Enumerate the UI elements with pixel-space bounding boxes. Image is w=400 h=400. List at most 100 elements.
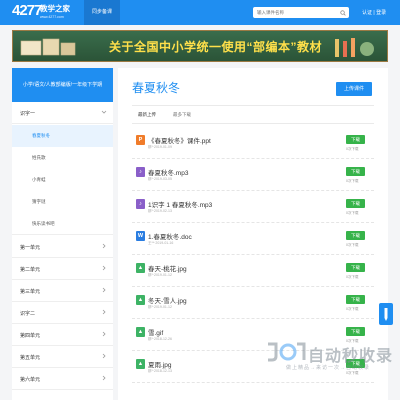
download-count: 0次下载 xyxy=(346,243,359,247)
chevron-down-icon xyxy=(101,110,107,114)
search-box xyxy=(253,7,349,18)
file-name-link[interactable]: 冬天-雪人.jpg xyxy=(148,295,187,305)
logo-name: 教学之家 xyxy=(40,4,70,13)
promo-banner[interactable]: 关于全国中小学统一使用“部编本”教材 xyxy=(12,30,388,62)
file-row[interactable]: W 1.春夏秋冬.doc 王**·2019-01-16 下载 0次下载 xyxy=(132,224,374,255)
download-count: 0次下载 xyxy=(346,275,359,279)
chevron-right-icon xyxy=(102,265,106,271)
download-button[interactable]: 下载 xyxy=(346,295,365,304)
sidebar-item-label: 识字二 xyxy=(20,311,36,317)
search-input[interactable] xyxy=(257,7,337,18)
sidebar-item-label: 识字一 xyxy=(20,111,36,117)
file-name-link[interactable]: 夏雨.jpg xyxy=(148,359,171,369)
chevron-right-icon xyxy=(102,309,106,315)
nav-tab-sync-prep[interactable]: 同步备课 xyxy=(84,0,120,25)
sidebar-item-unit-4[interactable]: 第四单元 xyxy=(12,324,113,346)
download-button[interactable]: 下载 xyxy=(346,327,365,336)
top-header: 4277 教学之家 www.4277.com 同步备课 认证 | 登录 xyxy=(0,0,400,25)
file-type-icon: ♪ xyxy=(136,167,145,177)
watermark-small-text: 做上精品→来访一次→自动收录 xyxy=(286,365,371,371)
sidebar-item-label: 第二单元 xyxy=(20,267,41,273)
sidebar-sub-label: 快乐读书吧 xyxy=(32,221,55,226)
sidebar-sub-xiaoqingwa[interactable]: 小青蛙 xyxy=(12,169,113,191)
sidebar-item-unit-5[interactable]: 第五单元 xyxy=(12,346,113,368)
sidebar-item-unit-1[interactable]: 第一单元 xyxy=(12,236,113,258)
pencil-icon xyxy=(384,308,388,321)
chevron-right-icon xyxy=(102,243,106,249)
file-row[interactable]: ▲ 春天-桃花.jpg 那*·2019-01-12 下载 0次下载 xyxy=(132,256,374,287)
watermark: 自动秒收录 做上精品→来访一次→自动收录 xyxy=(262,340,400,400)
sidebar-sub-label: 姓氏歌 xyxy=(32,155,46,160)
file-meta: 那*·2019-01-09 xyxy=(148,145,172,149)
sidebar-sub-kuaile-dushuba[interactable]: 快乐读书吧 xyxy=(12,213,113,235)
sidebar-sub-label: 春夏秋冬 xyxy=(32,133,50,138)
sidebar-item-label: 第四单元 xyxy=(20,333,41,339)
sidebar-item-label: 第五单元 xyxy=(20,355,41,361)
sidebar-item-unit-6[interactable]: 第六单元 xyxy=(12,368,113,390)
file-type-icon: P xyxy=(136,135,145,145)
watermark-big-text: 自动秒收录 xyxy=(308,348,394,365)
auth-links[interactable]: 认证 | 登录 xyxy=(362,9,386,16)
page-title: 春夏秋冬 xyxy=(132,81,181,95)
sort-downloads-tab[interactable]: 最多下载 xyxy=(173,112,191,118)
sidebar-item-label: 第六单元 xyxy=(20,377,41,383)
download-button[interactable]: 下载 xyxy=(346,199,365,208)
file-name-link[interactable]: 1识字 1 春夏秋冬.mp3 xyxy=(148,199,212,209)
sidebar-item-shizi-2[interactable]: 识字二 xyxy=(12,302,113,324)
upload-courseware-button[interactable]: 上传课件 xyxy=(336,82,372,96)
sidebar-item-label: 第三单元 xyxy=(20,289,41,295)
file-type-icon: ▲ xyxy=(136,263,145,273)
file-meta: 那*·2019-02-13 xyxy=(148,209,172,213)
file-name-link[interactable]: 1.春夏秋冬.doc xyxy=(148,231,192,241)
feedback-float-button[interactable] xyxy=(379,303,393,325)
file-type-icon: W xyxy=(136,231,145,241)
sidebar-sub-label: 小青蛙 xyxy=(32,177,46,182)
download-button[interactable]: 下载 xyxy=(346,263,365,272)
file-type-icon: ▲ xyxy=(136,359,145,369)
download-count: 0次下载 xyxy=(346,179,359,183)
file-row[interactable]: ♪ 春夏秋冬.mp3 那*·2019-03-05 下载 0次下载 xyxy=(132,160,374,191)
sort-latest-tab[interactable]: 最新上传 xyxy=(138,112,156,118)
logo-number: 4277 xyxy=(12,2,42,19)
file-meta: 那*·2018-12-13 xyxy=(148,369,172,373)
file-type-icon: ▲ xyxy=(136,295,145,305)
download-button[interactable]: 下载 xyxy=(346,167,365,176)
sidebar-item-unit-3[interactable]: 第三单元 xyxy=(12,280,113,302)
watermark-logo-icon xyxy=(268,342,306,362)
file-name-link[interactable]: 雪.gif xyxy=(148,327,163,337)
download-button[interactable]: 下载 xyxy=(346,135,365,144)
chevron-right-icon xyxy=(102,353,106,359)
file-name-link[interactable]: 《春夏秋冬》课件.ppt xyxy=(148,135,211,145)
sidebar-sub-xingshige[interactable]: 姓氏歌 xyxy=(12,147,113,169)
file-meta: 那*·2019-01-12 xyxy=(148,273,172,277)
search-icon[interactable] xyxy=(340,9,346,16)
file-row[interactable]: ▲ 冬天-雪人.jpg 那*·2019-01-12 下载 0次下载 xyxy=(132,288,374,319)
file-meta: 王**·2019-01-16 xyxy=(148,241,174,245)
sidebar-sub-caiziimi[interactable]: 猜字谜 xyxy=(12,191,113,213)
title-divider xyxy=(132,105,374,106)
sidebar-sub-label: 猜字谜 xyxy=(32,199,46,204)
file-name-link[interactable]: 春夏秋冬.mp3 xyxy=(148,167,188,177)
site-logo[interactable]: 4277 教学之家 www.4277.com xyxy=(12,2,70,22)
sidebar-heading: 小学/语文/人教部编版/一年级下学期 xyxy=(12,68,113,102)
file-row[interactable]: P 《春夏秋冬》课件.ppt 那*·2019-01-09 下载 0次下载 xyxy=(132,128,374,159)
sidebar-item-shizi-1[interactable]: 识字一 xyxy=(12,102,113,124)
sidebar-item-unit-2[interactable]: 第二单元 xyxy=(12,258,113,280)
download-count: 0次下载 xyxy=(346,147,359,151)
sidebar-sub-chunxiaqiudong[interactable]: 春夏秋冬 xyxy=(12,125,113,147)
chevron-right-icon xyxy=(102,331,106,337)
file-type-icon: ▲ xyxy=(136,327,145,337)
chevron-right-icon xyxy=(102,375,106,381)
stationery-illustration xyxy=(335,38,374,57)
download-count: 0次下载 xyxy=(346,211,359,215)
download-button[interactable]: 下载 xyxy=(346,231,365,240)
chevron-right-icon xyxy=(102,287,106,293)
file-meta: 那*·2019-03-05 xyxy=(148,177,172,181)
file-name-link[interactable]: 春天-桃花.jpg xyxy=(148,263,187,273)
file-meta: 那*·2018-12-26 xyxy=(148,337,172,341)
file-row[interactable]: ♪ 1识字 1 春夏秋冬.mp3 那*·2019-02-13 下载 0次下载 xyxy=(132,192,374,223)
file-meta: 那*·2019-01-12 xyxy=(148,305,172,309)
book-illustration xyxy=(20,38,76,56)
sort-divider xyxy=(132,123,374,124)
sidebar: 小学/语文/人教部编版/一年级下学期 识字一 春夏秋冬 姓氏歌 小青蛙 猜字谜 … xyxy=(12,68,113,400)
